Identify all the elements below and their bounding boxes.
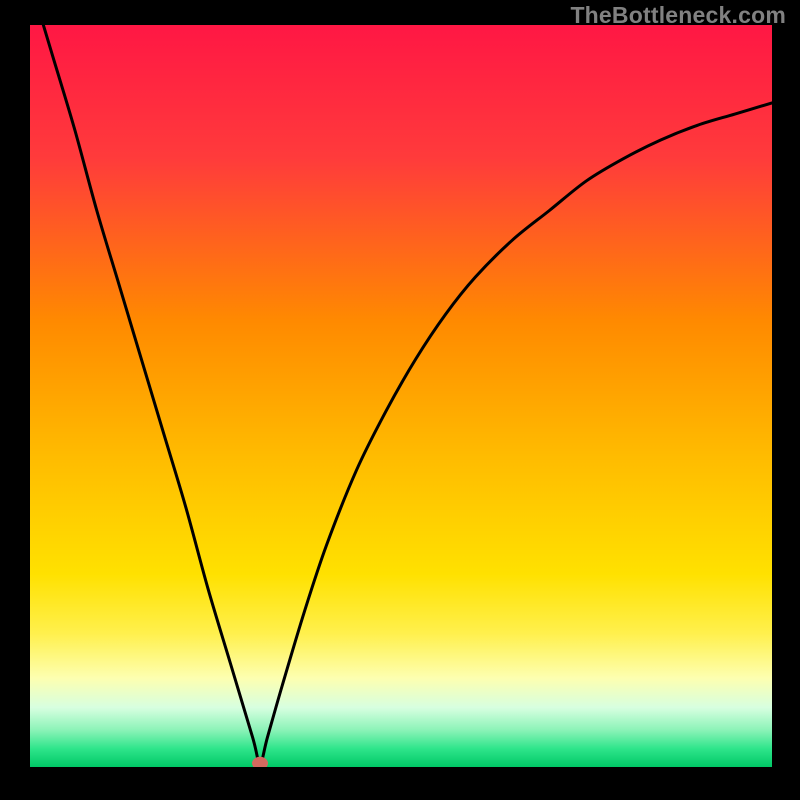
chart-frame: TheBottleneck.com bbox=[0, 0, 800, 800]
bottleneck-chart bbox=[30, 25, 772, 767]
gradient-background bbox=[30, 25, 772, 767]
